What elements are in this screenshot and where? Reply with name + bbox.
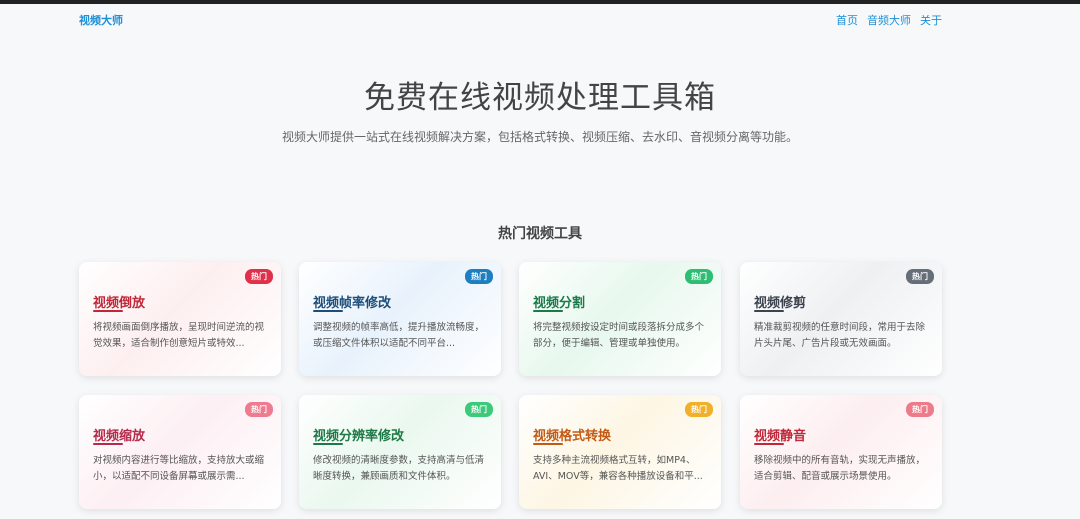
nav-links: 首页 音频大师 关于 [836, 12, 942, 28]
tool-card-description: 将视频画面倒序播放，呈现时间逆流的视觉效果，适合制作创意短片或特效... [93, 322, 265, 349]
tool-card[interactable]: 热门视频帧率修改调整视频的帧率高低，提升播放流畅度，或压缩文件体积以适配不同平台… [299, 262, 501, 376]
hot-badge: 热门 [245, 269, 273, 284]
hero-title: 免费在线视频处理工具箱 [364, 80, 716, 116]
tool-card[interactable]: 热门视频静音移除视频中的所有音轨，实现无声播放，适合剪辑、配音或展示场景使用。 [740, 395, 942, 509]
tool-card[interactable]: 热门视频格式转换支持多种主流视频格式互转，如MP4、AVI、MOV等，兼容各种播… [519, 395, 721, 509]
hero-subtitle: 视频大师提供一站式在线视频解决方案，包括格式转换、视频压缩、去水印、音视频分离等… [281, 130, 798, 144]
tool-card-description: 移除视频中的所有音轨，实现无声播放，适合剪辑、配音或展示场景使用。 [754, 455, 926, 482]
tool-card[interactable]: 热门视频缩放对视频内容进行等比缩放，支持放大或缩小，以适配不同设备屏幕或展示需.… [79, 395, 281, 509]
tool-card-description: 对视频内容进行等比缩放，支持放大或缩小，以适配不同设备屏幕或展示需... [93, 455, 265, 482]
title-underline [313, 443, 343, 445]
title-underline [93, 310, 123, 312]
section-title: 热门视频工具 [498, 226, 582, 242]
hot-badge: 热门 [465, 269, 493, 284]
tool-card[interactable]: 热门视频分割将完整视频按设定时间或段落拆分成多个部分，便于编辑、管理或单独使用。 [519, 262, 721, 376]
tool-card-title: 视频修剪 [754, 296, 807, 311]
nav-link-about[interactable]: 关于 [920, 12, 942, 28]
nav-link-home[interactable]: 首页 [836, 12, 858, 28]
tool-card-description: 支持多种主流视频格式互转，如MP4、AVI、MOV等，兼容各种播放设备和平... [533, 455, 703, 482]
tool-card[interactable]: 热门视频修剪精准裁剪视频的任意时间段，常用于去除片头片尾、广告片段或无效画面。 [740, 262, 942, 376]
hot-badge: 热门 [465, 402, 493, 417]
hot-badge: 热门 [245, 402, 273, 417]
tool-card-title: 视频分割 [533, 296, 586, 311]
title-underline [754, 443, 784, 445]
tool-card-description: 将完整视频按设定时间或段落拆分成多个部分，便于编辑、管理或单独使用。 [533, 322, 705, 349]
tool-card-title: 视频分辨率修改 [313, 429, 405, 444]
title-underline [533, 310, 563, 312]
tool-card-description: 修改视频的清晰度参数，支持高清与低清晰度转换，兼顾画质和文件体积。 [313, 455, 485, 482]
tool-card-title: 视频缩放 [93, 429, 146, 444]
hot-badge: 热门 [685, 269, 713, 284]
title-underline [93, 443, 123, 445]
tool-card[interactable]: 热门视频倒放将视频画面倒序播放，呈现时间逆流的视觉效果，适合制作创意短片或特效.… [79, 262, 281, 376]
title-underline [533, 443, 563, 445]
title-underline [313, 310, 343, 312]
hot-badge: 热门 [685, 402, 713, 417]
tool-card-title: 视频格式转换 [533, 429, 612, 444]
title-underline [754, 310, 784, 312]
tool-card-description: 调整视频的帧率高低，提升播放流畅度，或压缩文件体积以适配不同平台... [313, 322, 485, 349]
hot-badge: 热门 [906, 269, 934, 284]
tool-card[interactable]: 热门视频分辨率修改修改视频的清晰度参数，支持高清与低清晰度转换，兼顾画质和文件体… [299, 395, 501, 509]
hot-badge: 热门 [906, 402, 934, 417]
tool-card-title: 视频静音 [754, 429, 807, 444]
tool-card-title: 视频倒放 [93, 296, 146, 311]
brand-logo[interactable]: 视频大师 [79, 12, 123, 28]
top-nav: 视频大师 首页 音频大师 关于 [0, 4, 1080, 34]
nav-link-audio[interactable]: 音频大师 [867, 12, 911, 28]
tool-card-title: 视频帧率修改 [313, 296, 392, 311]
tool-card-description: 精准裁剪视频的任意时间段，常用于去除片头片尾、广告片段或无效画面。 [754, 322, 926, 349]
